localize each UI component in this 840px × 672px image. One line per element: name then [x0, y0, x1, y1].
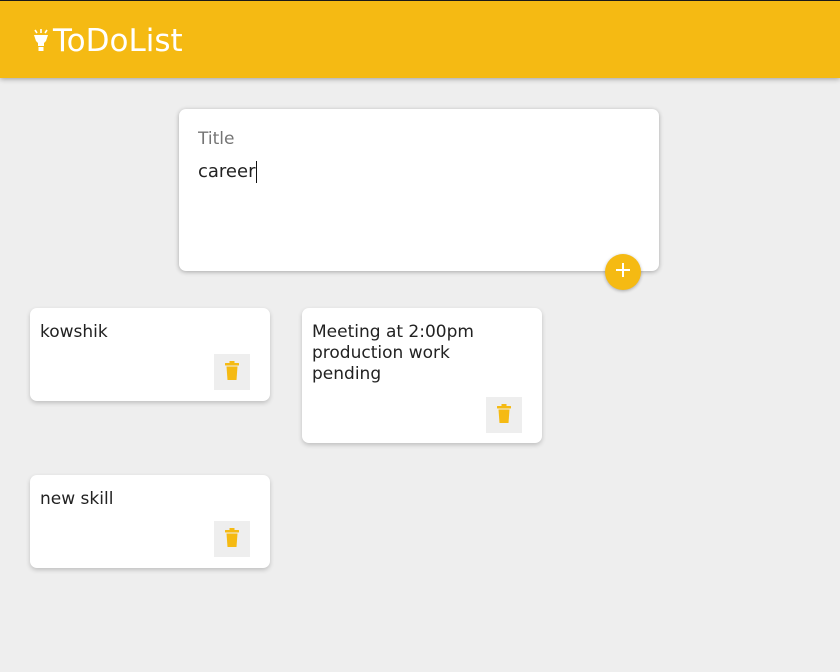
- note-card: kowshik: [30, 308, 270, 401]
- note-card: Meeting at 2:00pm production work pendin…: [302, 308, 542, 443]
- trash-icon: [224, 360, 240, 384]
- note-text: Meeting at 2:00pm production work pendin…: [312, 322, 474, 384]
- delete-note-button[interactable]: [214, 354, 250, 390]
- add-note-button[interactable]: [605, 254, 641, 290]
- note-content-input[interactable]: career: [198, 161, 638, 251]
- create-note-form: career: [179, 109, 659, 271]
- title-input[interactable]: [198, 129, 618, 149]
- app-title: ToDoList: [53, 23, 183, 59]
- trash-icon: [496, 403, 512, 427]
- text-caret: [256, 161, 258, 183]
- app-brand: ToDoList: [32, 23, 183, 59]
- trash-icon: [224, 527, 240, 551]
- lightbulb-icon: [32, 29, 50, 53]
- delete-note-button[interactable]: [486, 397, 522, 433]
- plus-icon: [614, 261, 632, 283]
- app-header: ToDoList: [0, 0, 840, 78]
- note-text: new skill: [40, 489, 114, 509]
- note-card: new skill: [30, 475, 270, 568]
- note-text: kowshik: [40, 322, 108, 342]
- delete-note-button[interactable]: [214, 521, 250, 557]
- note-content-value: career: [198, 161, 256, 182]
